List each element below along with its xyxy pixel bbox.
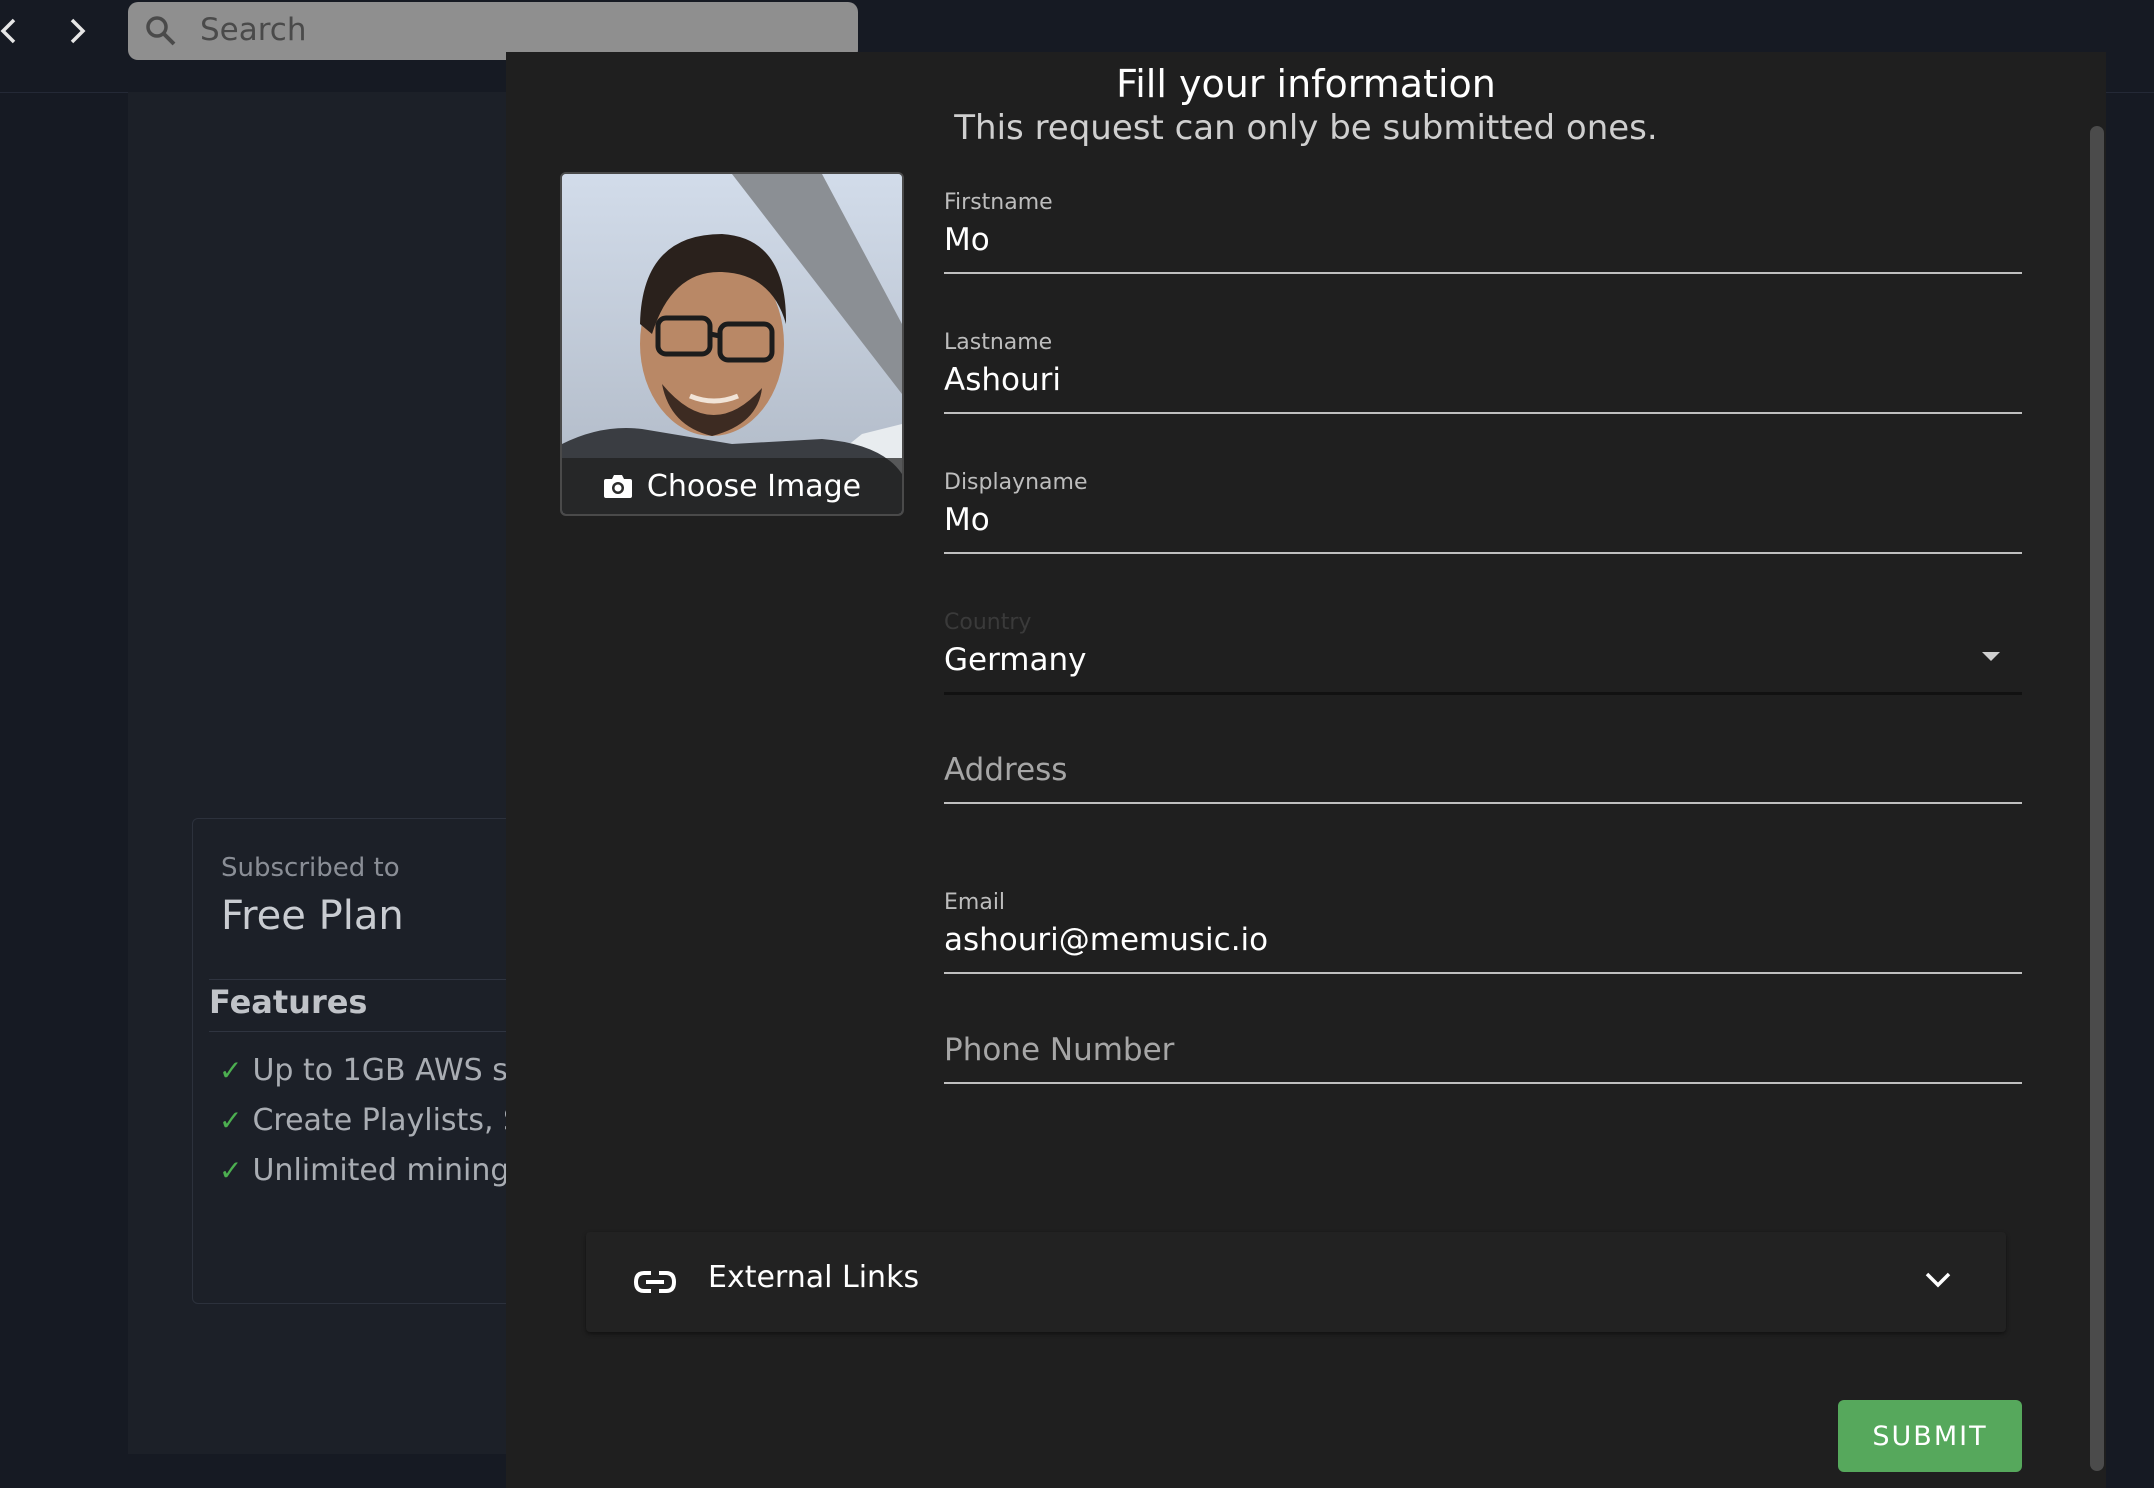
external-links-accordion[interactable]: External Links — [586, 1232, 2006, 1332]
submit-button[interactable]: SUBMIT — [1838, 1400, 2022, 1472]
subscribed-label: Subscribed to — [221, 853, 400, 883]
email-label: Email — [944, 890, 1006, 915]
link-icon — [634, 1271, 676, 1293]
feature-item: ✓ Up to 1GB AWS st — [219, 1053, 520, 1088]
field-underline — [944, 272, 2022, 274]
check-icon: ✓ — [219, 1104, 243, 1137]
country-value[interactable]: Germany — [944, 638, 2022, 682]
country-select[interactable]: Country Germany — [944, 608, 2022, 695]
firstname-label: Firstname — [944, 190, 1053, 215]
field-underline — [944, 412, 2022, 414]
chevron-left-icon[interactable] — [0, 16, 24, 46]
chevron-right-icon[interactable] — [62, 16, 92, 46]
feature-item: ✓ Unlimited mining — [219, 1153, 509, 1188]
external-links-label: External Links — [708, 1260, 920, 1295]
chevron-down-icon[interactable] — [1924, 1270, 1952, 1290]
feature-item: ✓ Create Playlists, Sl — [219, 1103, 530, 1138]
features-title: Features — [209, 983, 368, 1021]
search-icon — [146, 16, 176, 46]
feature-text: Up to 1GB AWS st — [252, 1053, 520, 1088]
profile-form-dialog: Fill your information This request can o… — [506, 52, 2106, 1488]
email-field[interactable]: Email ashouri@memusic.io — [944, 888, 2022, 974]
address-placeholder[interactable]: Address — [944, 748, 2022, 792]
dialog-subtitle: This request can only be submitted ones. — [954, 108, 1658, 148]
feature-text: Create Playlists, Sl — [252, 1103, 531, 1138]
feature-text: Unlimited mining — [252, 1153, 510, 1188]
phone-field[interactable]: Phone Number — [944, 998, 2022, 1084]
address-field[interactable]: Address — [944, 718, 2022, 804]
displayname-value[interactable]: Mo — [944, 498, 2022, 542]
field-underline — [944, 972, 2022, 974]
country-label: Country — [944, 610, 1032, 635]
plan-name: Free Plan — [221, 893, 404, 939]
dropdown-arrow-icon[interactable] — [1982, 652, 2000, 661]
camera-icon — [603, 475, 632, 498]
phone-placeholder[interactable]: Phone Number — [944, 1028, 2022, 1072]
lastname-label: Lastname — [944, 330, 1053, 355]
field-underline — [944, 802, 2022, 804]
field-underline — [944, 692, 2022, 695]
choose-image-label: Choose Image — [646, 468, 862, 504]
scrollbar-thumb[interactable] — [2090, 126, 2104, 1471]
firstname-value[interactable]: Mo — [944, 218, 2022, 262]
check-icon: ✓ — [219, 1154, 243, 1187]
email-value[interactable]: ashouri@memusic.io — [944, 918, 2022, 962]
choose-image-button[interactable]: Choose Image — [562, 458, 902, 514]
lastname-value[interactable]: Ashouri — [944, 358, 2022, 402]
displayname-label: Displayname — [944, 470, 1088, 495]
field-underline — [944, 1082, 2022, 1084]
field-underline — [944, 552, 2022, 554]
search-placeholder: Search — [200, 12, 307, 48]
avatar[interactable]: Choose Image — [560, 172, 904, 516]
lastname-field[interactable]: Lastname Ashouri — [944, 328, 2022, 414]
dialog-title: Fill your information — [1116, 62, 1496, 106]
check-icon: ✓ — [219, 1054, 243, 1087]
firstname-field[interactable]: Firstname Mo — [944, 188, 2022, 274]
displayname-field[interactable]: Displayname Mo — [944, 468, 2022, 554]
